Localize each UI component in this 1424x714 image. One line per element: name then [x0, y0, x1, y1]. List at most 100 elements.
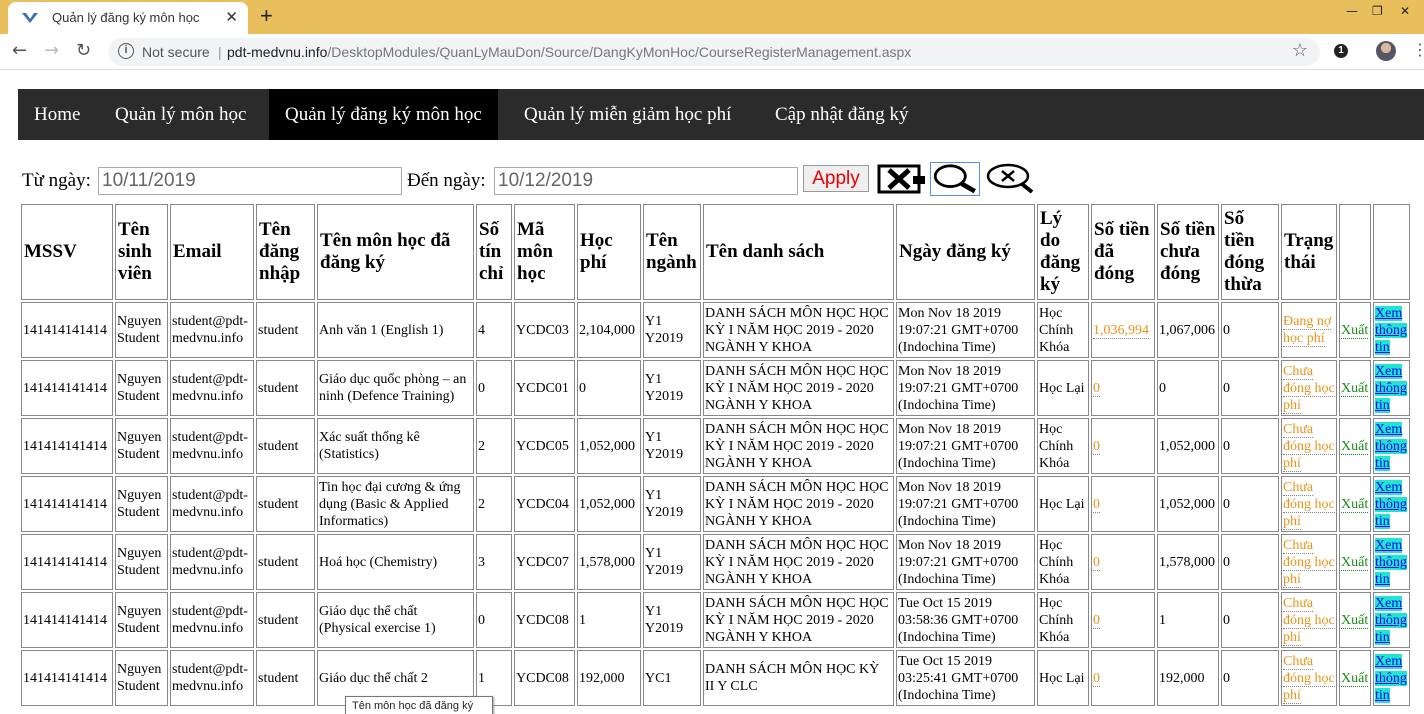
cell-reason: Học Chính Khóa — [1037, 592, 1089, 648]
nav-item-registration-management[interactable]: Quản lý đăng ký môn học — [269, 89, 498, 140]
col-header-reason[interactable]: Lý do đăng ký — [1037, 204, 1089, 300]
cell-registration-date: Mon Nov 18 2019 19:07:21 GMT+0700 (Indoc… — [896, 360, 1035, 416]
cell-fee: 1,578,000 — [577, 534, 641, 590]
col-header-amount-paid[interactable]: Số tiền đã đóng — [1091, 204, 1155, 300]
col-header-student-name[interactable]: Tên sinh viên — [115, 204, 168, 300]
cell-credits: 0 — [476, 360, 512, 416]
view-info-link[interactable]: Xem thông tin — [1375, 595, 1407, 645]
url-host: pdt-medvnu.info — [227, 44, 328, 60]
col-header-email[interactable]: Email — [170, 204, 254, 300]
status-badge[interactable]: Chưa đóng học phí — [1283, 363, 1335, 414]
extension-icon[interactable]: 1 — [1334, 44, 1348, 58]
amount-paid-link[interactable]: 1,036,994 — [1093, 322, 1149, 339]
restore-icon[interactable]: ❐ — [1372, 4, 1383, 18]
cell-username: student — [256, 418, 315, 474]
cell-view: Xem thông tin — [1373, 534, 1410, 590]
view-info-link[interactable]: Xem thông tin — [1375, 479, 1407, 529]
browser-menu-icon[interactable]: ⋮ — [1412, 40, 1424, 59]
back-icon[interactable]: ← — [12, 40, 27, 61]
export-link[interactable]: Xuất — [1341, 612, 1369, 629]
address-bar[interactable]: i Not secure | pdt-medvnu.info/DesktopMo… — [108, 38, 1320, 66]
cell-amount-overpaid: 0 — [1221, 476, 1279, 532]
export-link[interactable]: Xuất — [1341, 496, 1369, 513]
cell-email: student@pdt-medvnu.info — [170, 360, 254, 416]
cell-username: student — [256, 592, 315, 648]
new-tab-button[interactable]: + — [260, 3, 273, 29]
export-excel-icon[interactable] — [877, 162, 927, 196]
cell-major: YC1 — [643, 650, 701, 706]
amount-paid-link[interactable]: 0 — [1093, 438, 1100, 455]
forward-icon[interactable]: → — [44, 40, 59, 61]
cell-student-name: Nguyen Student — [115, 418, 168, 474]
export-link[interactable]: Xuất — [1341, 438, 1369, 455]
minimize-icon[interactable]: — — [1346, 4, 1358, 18]
nav-item-course-management[interactable]: Quản lý môn học — [99, 89, 262, 140]
export-link[interactable]: Xuất — [1341, 554, 1369, 571]
amount-paid-link[interactable]: 0 — [1093, 554, 1100, 571]
status-badge[interactable]: Chưa đóng học phí — [1283, 537, 1335, 588]
col-header-status[interactable]: Trạng thái — [1281, 204, 1337, 300]
col-header-registration-date[interactable]: Ngày đăng ký — [896, 204, 1035, 300]
cell-registration-date: Tue Oct 15 2019 03:25:41 GMT+0700 (Indoc… — [896, 650, 1035, 706]
from-date-input[interactable] — [98, 167, 402, 195]
cell-mssv: 141414141414 — [21, 650, 113, 706]
search-icon[interactable] — [930, 162, 980, 196]
view-info-link[interactable]: Xem thông tin — [1375, 305, 1407, 355]
cell-major: Y1 Y2019 — [643, 360, 701, 416]
col-header-fee[interactable]: Học phí — [577, 204, 641, 300]
cell-amount-unpaid: 1,578,000 — [1157, 534, 1219, 590]
view-info-link[interactable]: Xem thông tin — [1375, 363, 1407, 413]
cell-email: student@pdt-medvnu.info — [170, 418, 254, 474]
status-badge[interactable]: Chưa đóng học phí — [1283, 479, 1335, 530]
clear-search-icon[interactable] — [984, 162, 1034, 196]
cell-username: student — [256, 650, 315, 706]
view-info-link[interactable]: Xem thông tin — [1375, 421, 1407, 471]
cell-reason: Học Chính Khóa — [1037, 534, 1089, 590]
cell-amount-overpaid: 0 — [1221, 534, 1279, 590]
cell-amount-paid: 0 — [1091, 418, 1155, 474]
col-header-course-code[interactable]: Mã môn học — [514, 204, 575, 300]
window-close-icon[interactable]: ✕ — [1400, 4, 1410, 18]
col-header-mssv[interactable]: MSSV — [21, 204, 113, 300]
export-link[interactable]: Xuất — [1341, 322, 1369, 339]
col-header-export — [1339, 204, 1371, 300]
bookmark-star-icon[interactable]: ☆ — [1292, 40, 1308, 61]
col-header-username[interactable]: Tên đăng nhập — [256, 204, 315, 300]
tab-close-icon[interactable]: ✕ — [225, 8, 238, 26]
date-filter: Từ ngày: Đến ngày: Apply — [22, 162, 1422, 199]
reload-icon[interactable]: ↻ — [76, 40, 91, 61]
nav-item-update-registration[interactable]: Cập nhật đăng ký — [759, 89, 925, 140]
nav-item-home[interactable]: Home — [18, 89, 96, 140]
cell-email: student@pdt-medvnu.info — [170, 592, 254, 648]
cell-credits: 0 — [476, 592, 512, 648]
col-header-major[interactable]: Tên ngành — [643, 204, 701, 300]
amount-paid-link[interactable]: 0 — [1093, 496, 1100, 513]
col-header-amount-overpaid[interactable]: Số tiền đóng thừa — [1221, 204, 1279, 300]
col-header-course-name[interactable]: Tên môn học đã đăng ký — [317, 204, 474, 300]
view-info-link[interactable]: Xem thông tin — [1375, 653, 1407, 703]
col-header-credits[interactable]: Số tín chỉ — [476, 204, 512, 300]
amount-paid-link[interactable]: 0 — [1093, 670, 1100, 687]
col-header-list-name[interactable]: Tên danh sách — [703, 204, 894, 300]
export-link[interactable]: Xuất — [1341, 670, 1369, 687]
browser-tab[interactable]: Quản lý đăng ký môn học ✕ — [8, 2, 248, 34]
status-badge[interactable]: Chưa đóng học phí — [1283, 595, 1335, 646]
profile-avatar[interactable] — [1376, 41, 1396, 61]
cell-export: Xuất — [1339, 534, 1371, 590]
status-badge[interactable]: Đang nợ học phí — [1283, 314, 1332, 347]
apply-button[interactable]: Apply — [803, 165, 869, 192]
amount-paid-link[interactable]: 0 — [1093, 612, 1100, 629]
export-link[interactable]: Xuất — [1341, 380, 1369, 397]
col-header-view — [1373, 204, 1410, 300]
status-badge[interactable]: Chưa đóng học phí — [1283, 653, 1335, 704]
cell-email: student@pdt-medvnu.info — [170, 302, 254, 358]
col-header-amount-unpaid[interactable]: Số tiền chưa đóng — [1157, 204, 1219, 300]
info-icon[interactable]: i — [118, 43, 134, 59]
to-date-input[interactable] — [494, 167, 798, 195]
cell-view: Xem thông tin — [1373, 302, 1410, 358]
amount-paid-link[interactable]: 0 — [1093, 380, 1100, 397]
status-badge[interactable]: Chưa đóng học phí — [1283, 421, 1335, 472]
nav-item-fee-exemption[interactable]: Quản lý miễn giảm học phí — [508, 89, 747, 140]
cell-amount-overpaid: 0 — [1221, 592, 1279, 648]
view-info-link[interactable]: Xem thông tin — [1375, 537, 1407, 587]
